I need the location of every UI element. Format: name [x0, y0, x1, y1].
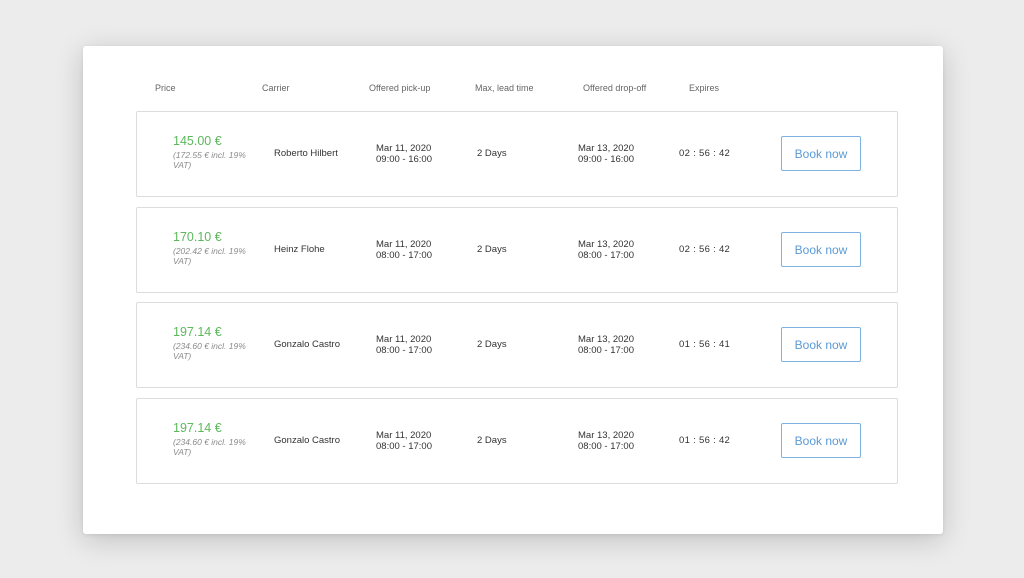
- header-expires: Expires: [689, 83, 720, 93]
- offer-price: 197.14 €: [173, 325, 222, 339]
- pickup-date: Mar 11, 2020: [376, 334, 432, 345]
- offer-carrier: Roberto Hilbert: [274, 148, 338, 159]
- price-block: 197.14 € (234.60 € incl. 19% VAT): [173, 325, 263, 361]
- offer-row: 197.14 € (234.60 € incl. 19% VAT) Gonzal…: [136, 398, 898, 484]
- offer-dropoff: Mar 13, 2020 08:00 - 17:00: [578, 430, 634, 452]
- offer-row: 145.00 € (172.55 € incl. 19% VAT) Robert…: [136, 111, 898, 197]
- offer-dropoff: Mar 13, 2020 08:00 - 17:00: [578, 334, 634, 356]
- pickup-date: Mar 11, 2020: [376, 430, 432, 441]
- offer-expires: 02 : 56 : 42: [679, 148, 731, 159]
- offer-expires: 02 : 56 : 42: [679, 244, 731, 255]
- header-dropoff: Offered drop-off: [583, 83, 647, 93]
- offer-pickup: Mar 11, 2020 08:00 - 17:00: [376, 430, 432, 452]
- dropoff-date: Mar 13, 2020: [578, 334, 634, 345]
- price-block: 170.10 € (202.42 € incl. 19% VAT): [173, 230, 263, 266]
- offer-row: 170.10 € (202.42 € incl. 19% VAT) Heinz …: [136, 207, 898, 293]
- offers-card: Price Carrier Offered pick-up Max, lead …: [83, 46, 943, 534]
- offer-lead-time: 2 Days: [477, 435, 507, 446]
- offer-dropoff: Mar 13, 2020 09:00 - 16:00: [578, 143, 634, 165]
- offer-vat-line: (234.60 € incl. 19%: [173, 341, 246, 351]
- header-lead-time: Max, lead time: [475, 83, 534, 93]
- offer-price: 145.00 €: [173, 134, 222, 148]
- offer-pickup: Mar 11, 2020 09:00 - 16:00: [376, 143, 432, 165]
- dropoff-date: Mar 13, 2020: [578, 143, 634, 154]
- pickup-time: 08:00 - 17:00: [376, 441, 432, 452]
- book-now-button[interactable]: Book now: [781, 327, 861, 362]
- dropoff-time: 09:00 - 16:00: [578, 154, 634, 165]
- price-block: 197.14 € (234.60 € incl. 19% VAT): [173, 421, 263, 457]
- offer-vat-line: (234.60 € incl. 19%: [173, 437, 246, 447]
- header-price: Price: [155, 83, 176, 93]
- offer-lead-time: 2 Days: [477, 244, 507, 255]
- pickup-date: Mar 11, 2020: [376, 143, 432, 154]
- offer-pickup: Mar 11, 2020 08:00 - 17:00: [376, 334, 432, 356]
- offer-carrier: Gonzalo Castro: [274, 339, 341, 350]
- offer-carrier: Heinz Flohe: [274, 244, 325, 255]
- header-carrier: Carrier: [262, 83, 290, 93]
- pickup-time: 09:00 - 16:00: [376, 154, 432, 165]
- book-now-button[interactable]: Book now: [781, 136, 861, 171]
- offer-vat-line-2: VAT): [173, 351, 192, 361]
- book-now-button[interactable]: Book now: [781, 423, 861, 458]
- offer-row: 197.14 € (234.60 € incl. 19% VAT) Gonzal…: [136, 302, 898, 388]
- offer-vat-line-2: VAT): [173, 447, 192, 457]
- pickup-time: 08:00 - 17:00: [376, 250, 432, 261]
- offer-vat-line: (202.42 € incl. 19%: [173, 246, 246, 256]
- offer-vat-line: (172.55 € incl. 19%: [173, 150, 246, 160]
- offer-lead-time: 2 Days: [477, 148, 507, 159]
- offer-carrier: Gonzalo Castro: [274, 435, 341, 446]
- dropoff-time: 08:00 - 17:00: [578, 250, 634, 261]
- offer-vat-line-2: VAT): [173, 256, 192, 266]
- offer-vat-line-2: VAT): [173, 160, 192, 170]
- offer-price: 170.10 €: [173, 230, 222, 244]
- dropoff-date: Mar 13, 2020: [578, 239, 634, 250]
- price-block: 145.00 € (172.55 € incl. 19% VAT): [173, 134, 263, 170]
- pickup-date: Mar 11, 2020: [376, 239, 432, 250]
- offer-expires: 01 : 56 : 42: [679, 435, 731, 446]
- offer-lead-time: 2 Days: [477, 339, 507, 350]
- offer-pickup: Mar 11, 2020 08:00 - 17:00: [376, 239, 432, 261]
- header-pickup: Offered pick-up: [369, 83, 431, 93]
- book-now-button[interactable]: Book now: [781, 232, 861, 267]
- dropoff-date: Mar 13, 2020: [578, 430, 634, 441]
- offer-price: 197.14 €: [173, 421, 222, 435]
- dropoff-time: 08:00 - 17:00: [578, 345, 634, 356]
- dropoff-time: 08:00 - 17:00: [578, 441, 634, 452]
- table-header: Price Carrier Offered pick-up Max, lead …: [83, 83, 943, 97]
- offer-expires: 01 : 56 : 41: [679, 339, 731, 350]
- pickup-time: 08:00 - 17:00: [376, 345, 432, 356]
- offer-dropoff: Mar 13, 2020 08:00 - 17:00: [578, 239, 634, 261]
